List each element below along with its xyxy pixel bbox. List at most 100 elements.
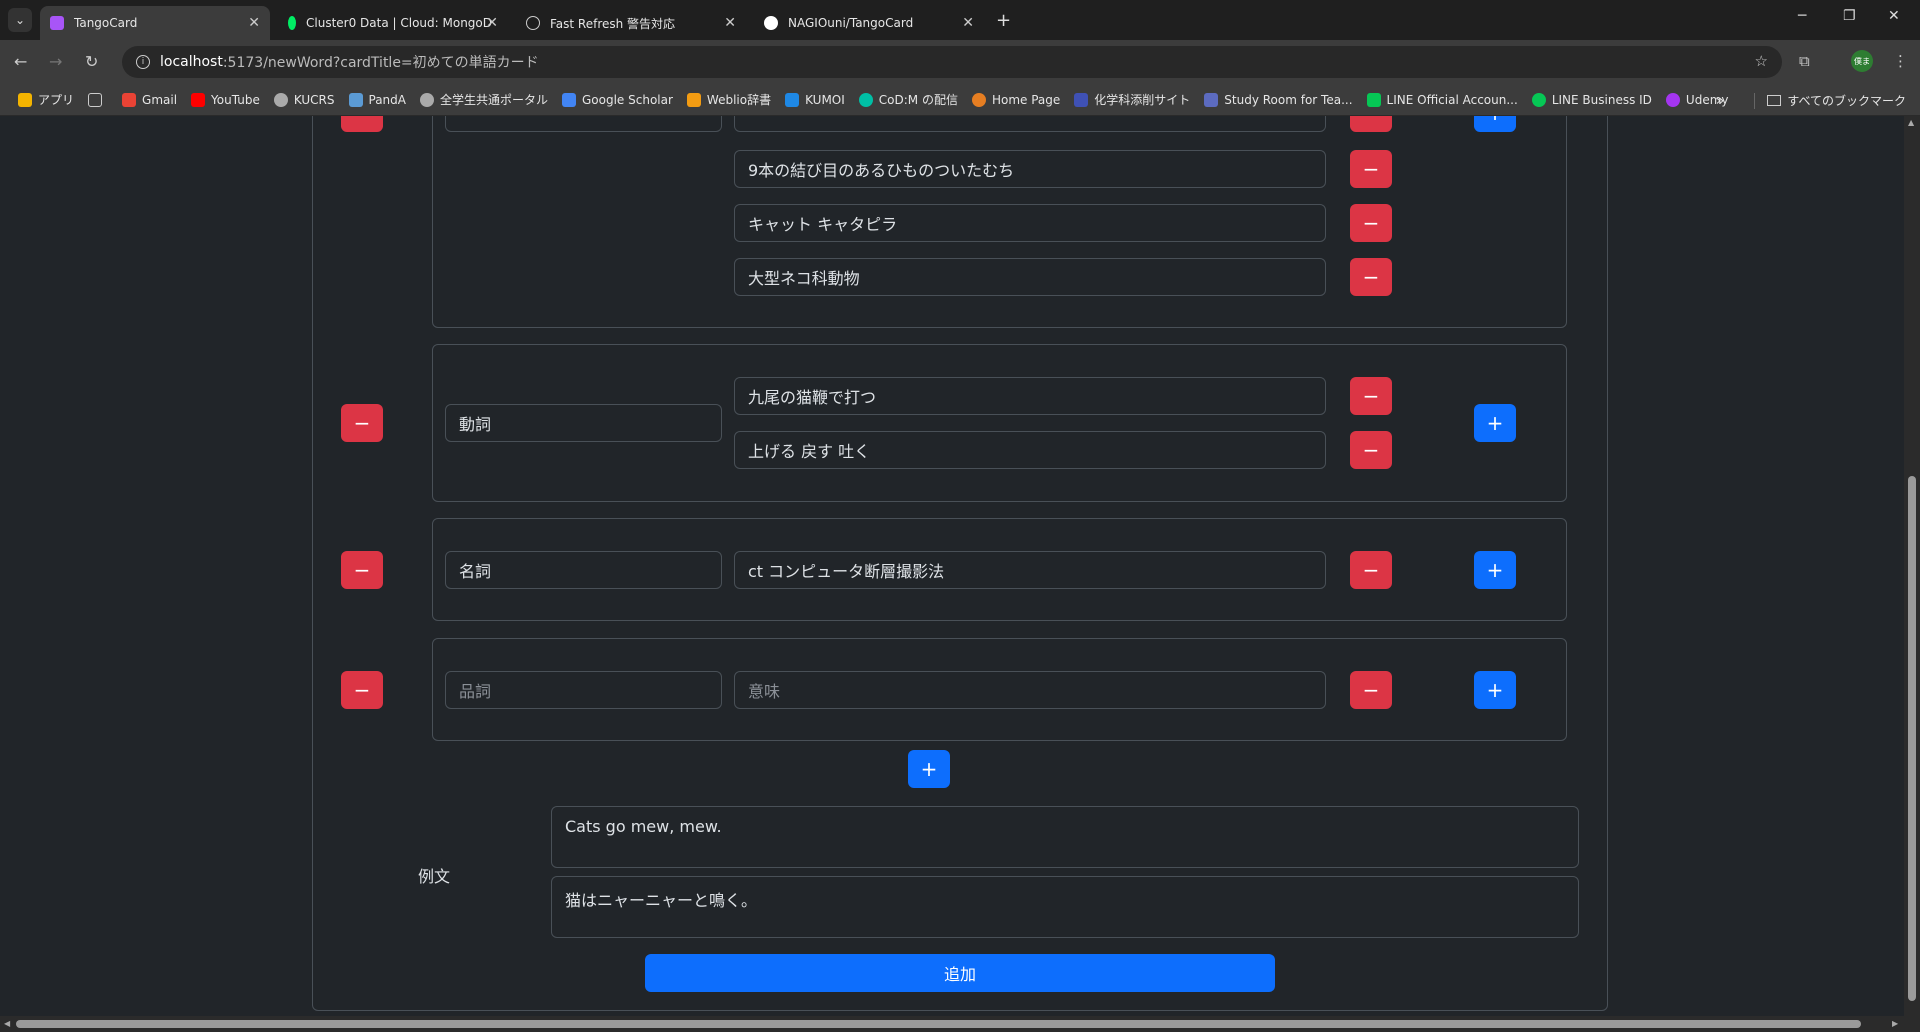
bookmark-label: 化学科添削サイト <box>1094 93 1191 107</box>
tab-title: NAGIOuni/TangoCard <box>788 16 914 30</box>
remove-meaning-button[interactable]: − <box>1350 150 1392 188</box>
vertical-scrollbar[interactable]: ▲ <box>1904 116 1920 1016</box>
bookmark-studyroom[interactable]: Study Room for Tea... <box>1204 92 1353 107</box>
add-meaning-button[interactable]: + <box>1474 671 1516 709</box>
new-tab-icon[interactable]: + <box>996 10 1011 31</box>
meaning-input[interactable]: 九尾の猫鞭で打つ <box>734 377 1326 415</box>
example-japanese-textarea[interactable]: 猫はニャーニャーと鳴く。 <box>551 876 1579 938</box>
meaning-input[interactable]: 上げる 戻す 吐く <box>734 431 1326 469</box>
back-icon[interactable]: ← <box>14 52 27 71</box>
mongodb-favicon-icon <box>288 16 296 30</box>
close-tab-icon[interactable]: ✕ <box>248 15 260 31</box>
globe-icon <box>419 92 434 107</box>
bookmark-weblio[interactable]: Weblio辞書 <box>686 91 772 108</box>
bookmark-apps[interactable]: アプリ <box>18 91 74 108</box>
remove-meaning-button[interactable]: − <box>1350 551 1392 589</box>
bookmark-panda[interactable]: PandA <box>348 92 406 107</box>
extensions-icon[interactable]: ⧉ <box>1799 52 1810 70</box>
meaning-input[interactable]: 意味 <box>734 671 1326 709</box>
tangocard-favicon-icon <box>50 16 64 30</box>
remove-group-button[interactable]: − <box>341 551 383 589</box>
scroll-left-icon[interactable]: ◀ <box>4 1019 10 1028</box>
tab-mongodb[interactable]: Cluster0 Data | Cloud: MongoDB ✕ <box>278 6 508 40</box>
bookmark-grid[interactable] <box>88 92 108 107</box>
forward-icon[interactable]: → <box>49 52 62 71</box>
bookmark-line-official[interactable]: LINE Official Accoun... <box>1366 92 1518 107</box>
remove-group-button[interactable]: − <box>341 671 383 709</box>
bookmark-label: Weblio辞書 <box>706 93 772 107</box>
kumoi-icon <box>785 92 800 107</box>
minimize-icon[interactable]: ─ <box>1798 8 1806 24</box>
tab-title: TangoCard <box>74 16 138 30</box>
bookmark-line-business[interactable]: LINE Business ID <box>1531 92 1652 107</box>
bookmark-label: Gmail <box>142 92 178 107</box>
close-tab-icon[interactable]: ✕ <box>486 15 498 31</box>
pos-input[interactable]: 動詞 <box>445 404 722 442</box>
reload-icon[interactable]: ↻ <box>85 52 98 71</box>
divider <box>1754 92 1756 109</box>
bookmark-label: PandA <box>368 92 406 107</box>
browser-toolbar: ← → ↻ i localhost:5173/newWord?cardTitle… <box>0 40 1920 84</box>
bookmark-scholar[interactable]: Google Scholar <box>562 92 673 107</box>
horizontal-scrollbar[interactable]: ◀ ▶ <box>0 1016 1920 1032</box>
all-bookmarks-link[interactable]: すべてのブックマーク <box>1787 92 1906 109</box>
close-tab-icon[interactable]: ✕ <box>724 15 736 31</box>
meaning-input[interactable]: キャット キャタピラ <box>734 204 1326 242</box>
add-submit-button[interactable]: 追加 <box>645 954 1275 992</box>
remove-meaning-button[interactable]: − <box>1350 258 1392 296</box>
bookmark-homepage[interactable]: Home Page <box>971 92 1061 107</box>
scroll-up-icon[interactable]: ▲ <box>1908 118 1914 127</box>
bookmark-star-icon[interactable]: ☆ <box>1755 52 1768 70</box>
remove-meaning-button[interactable]: − <box>1350 377 1392 415</box>
address-bar[interactable]: i localhost:5173/newWord?cardTitle=初めての単… <box>122 46 1782 78</box>
pos-input[interactable] <box>445 116 722 132</box>
pos-input[interactable]: 品詞 <box>445 671 722 709</box>
bookmark-chem[interactable]: 化学科添削サイト <box>1074 91 1190 108</box>
scrollbar-thumb[interactable] <box>16 1020 1861 1028</box>
tab-search-button[interactable]: ⌄ <box>8 8 32 32</box>
scroll-right-icon[interactable]: ▶ <box>1892 1019 1898 1028</box>
bookmark-label: Study Room for Tea... <box>1224 92 1353 107</box>
restore-icon[interactable]: ❐ <box>1843 8 1856 24</box>
remove-meaning-button[interactable]: − <box>1350 204 1392 242</box>
bookmark-kumoi[interactable]: KUMOI <box>785 92 845 107</box>
tab-github[interactable]: NAGIOuni/TangoCard ✕ <box>754 6 984 40</box>
bookmark-gmail[interactable]: Gmail <box>122 92 178 107</box>
tab-tangocard[interactable]: TangoCard ✕ <box>40 6 270 40</box>
meaning-input[interactable]: 大型ネコ科動物 <box>734 258 1326 296</box>
meaning-input[interactable]: 9本の結び目のあるひものついたむち <box>734 150 1326 188</box>
close-tab-icon[interactable]: ✕ <box>962 15 974 31</box>
bookmark-label: Home Page <box>991 92 1061 107</box>
bookmark-label: CoD:M の配信 <box>878 93 958 107</box>
tab-fast-refresh[interactable]: Fast Refresh 警告対応 ✕ <box>516 6 746 40</box>
example-english-textarea[interactable]: Cats go mew, mew. <box>551 806 1579 868</box>
youtube-icon <box>191 92 206 107</box>
profile-avatar[interactable]: 僕ま <box>1851 50 1873 72</box>
remove-meaning-button[interactable]: − <box>1350 431 1392 469</box>
remove-meaning-button[interactable]: − <box>1350 671 1392 709</box>
meaning-input[interactable] <box>734 116 1326 132</box>
line-icon <box>1366 92 1381 107</box>
close-window-icon[interactable]: ✕ <box>1888 8 1900 24</box>
meaning-input[interactable]: ct コンピュータ断層撮影法 <box>734 551 1326 589</box>
remove-group-button[interactable]: − <box>341 404 383 442</box>
menu-icon[interactable]: ⋮ <box>1893 52 1908 70</box>
line-icon <box>1531 92 1546 107</box>
bookmark-youtube[interactable]: YouTube <box>191 92 260 107</box>
scrollbar-thumb[interactable] <box>1908 476 1916 1001</box>
bookmark-kucrs[interactable]: KUCRS <box>273 92 335 107</box>
pos-input[interactable]: 名詞 <box>445 551 722 589</box>
page-content: − − + 9本の結び目のあるひものついたむち − キャット キャタピラ − 大… <box>0 116 1904 1016</box>
add-meaning-button[interactable]: + <box>1474 551 1516 589</box>
globe-icon <box>273 92 288 107</box>
add-group-button[interactable]: + <box>908 750 950 788</box>
remove-group-button[interactable]: − <box>341 116 383 132</box>
add-meaning-button[interactable]: + <box>1474 404 1516 442</box>
add-meaning-button[interactable]: + <box>1474 116 1516 132</box>
bookmark-codm[interactable]: CoD:M の配信 <box>858 91 958 108</box>
udemy-icon <box>1665 92 1680 107</box>
more-bookmarks-icon[interactable]: » <box>1716 93 1725 109</box>
site-info-icon[interactable]: i <box>136 55 150 69</box>
remove-meaning-button[interactable]: − <box>1350 116 1392 132</box>
bookmark-portal[interactable]: 全学生共通ポータル <box>419 91 548 108</box>
